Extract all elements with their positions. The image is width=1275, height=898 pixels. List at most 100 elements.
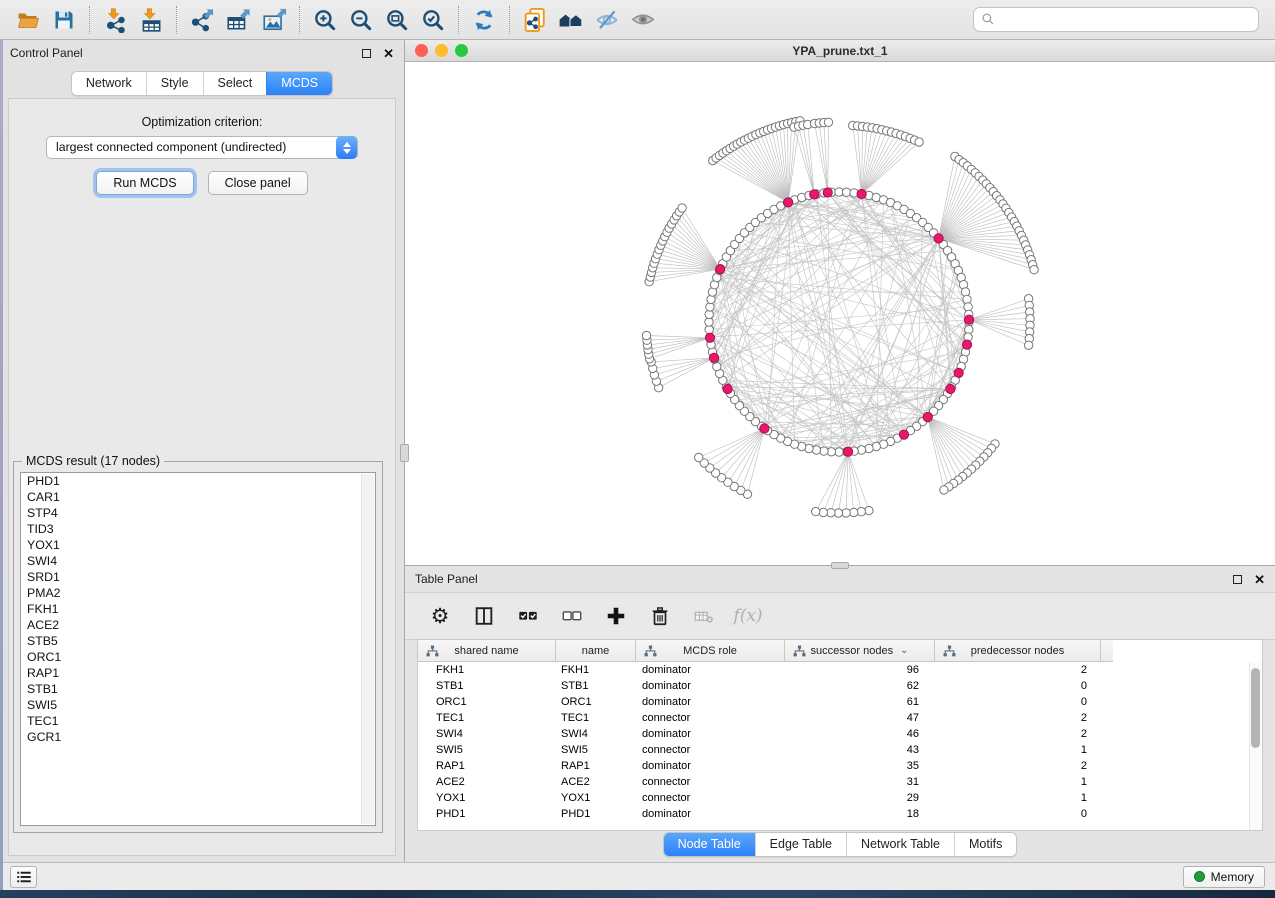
table-row[interactable]: RAP1RAP1dominator352: [418, 758, 1262, 774]
cell-predecessors[interactable]: 2: [935, 726, 1101, 742]
open-network-button[interactable]: [10, 4, 46, 36]
network-node[interactable]: [695, 453, 703, 461]
mcds-hub-node[interactable]: [857, 189, 866, 198]
cell-role[interactable]: connector: [636, 774, 785, 790]
cell-name[interactable]: ORC1: [556, 694, 636, 710]
table-tab-network-table[interactable]: Network Table: [846, 833, 954, 856]
mcds-result-item[interactable]: ACE2: [21, 617, 375, 633]
mcds-hub-node[interactable]: [810, 190, 819, 199]
show-columns-button[interactable]: [469, 601, 499, 631]
mcds-result-item[interactable]: YOX1: [21, 537, 375, 553]
mcds-hub-node[interactable]: [705, 333, 714, 342]
cell-name[interactable]: TEC1: [556, 710, 636, 726]
table-row[interactable]: TEC1TEC1connector472: [418, 710, 1262, 726]
cell-predecessors[interactable]: 1: [935, 742, 1101, 758]
tab-network[interactable]: Network: [72, 72, 146, 95]
tab-mcds[interactable]: MCDS: [266, 72, 332, 95]
mcds-hub-node[interactable]: [899, 430, 908, 439]
splitter-handle[interactable]: [400, 444, 409, 462]
cell-role[interactable]: dominator: [636, 726, 785, 742]
cell-role[interactable]: dominator: [636, 662, 785, 678]
cell-name[interactable]: YOX1: [556, 790, 636, 806]
hide-selected-button[interactable]: [589, 4, 625, 36]
search-input[interactable]: [973, 7, 1259, 32]
select-all-rows-button[interactable]: [513, 601, 543, 631]
mcds-hub-node[interactable]: [784, 198, 793, 207]
mcds-result-item[interactable]: TID3: [21, 521, 375, 537]
cell-predecessors[interactable]: 0: [935, 694, 1101, 710]
cell-shared_name[interactable]: PHD1: [418, 806, 556, 822]
table-row[interactable]: FKH1FKH1dominator962: [418, 662, 1262, 678]
show-all-button[interactable]: [625, 4, 661, 36]
table-settings-button[interactable]: ⚙: [425, 601, 455, 631]
window-minimize-traffic-light[interactable]: [435, 44, 448, 57]
delete-column-button[interactable]: [645, 601, 675, 631]
window-zoom-traffic-light[interactable]: [455, 44, 468, 57]
mcds-result-item[interactable]: PMA2: [21, 585, 375, 601]
cell-name[interactable]: STB1: [556, 678, 636, 694]
cell-shared_name[interactable]: TEC1: [418, 710, 556, 726]
mcds-result-item[interactable]: PHD1: [21, 473, 375, 489]
network-node[interactable]: [824, 118, 832, 126]
cell-predecessors[interactable]: 2: [935, 710, 1101, 726]
create-column-button[interactable]: [601, 601, 631, 631]
table-tab-motifs[interactable]: Motifs: [954, 833, 1016, 856]
column-header-mcds-role[interactable]: MCDS role: [636, 640, 785, 661]
table-row[interactable]: ORC1ORC1dominator610: [418, 694, 1262, 710]
mcds-result-item[interactable]: FKH1: [21, 601, 375, 617]
close-panel-icon[interactable]: ✕: [1254, 573, 1265, 586]
import-network-button[interactable]: [97, 4, 133, 36]
mcds-hub-node[interactable]: [716, 265, 725, 274]
mcds-result-item[interactable]: ORC1: [21, 649, 375, 665]
column-header-shared-name[interactable]: shared name: [418, 640, 556, 661]
mcds-hub-node[interactable]: [934, 234, 943, 243]
cell-successors[interactable]: 96: [785, 662, 935, 678]
cell-role[interactable]: connector: [636, 710, 785, 726]
import-table-button[interactable]: [133, 4, 169, 36]
network-from-selection-button[interactable]: [517, 4, 553, 36]
mcds-hub-node[interactable]: [760, 424, 769, 433]
cell-successors[interactable]: 18: [785, 806, 935, 822]
mcds-result-item[interactable]: SRD1: [21, 569, 375, 585]
network-node[interactable]: [819, 508, 827, 516]
cell-role[interactable]: dominator: [636, 678, 785, 694]
mcds-hub-node[interactable]: [946, 384, 955, 393]
mcds-hub-node[interactable]: [723, 384, 732, 393]
zoom-in-button[interactable]: [307, 4, 343, 36]
export-table-button[interactable]: [220, 4, 256, 36]
table-tab-edge-table[interactable]: Edge Table: [755, 833, 846, 856]
deselect-all-rows-button[interactable]: [557, 601, 587, 631]
cell-name[interactable]: SWI5: [556, 742, 636, 758]
cell-predecessors[interactable]: 0: [935, 678, 1101, 694]
table-row[interactable]: STB1STB1dominator620: [418, 678, 1262, 694]
table-row[interactable]: SWI4SWI4dominator462: [418, 726, 1262, 742]
mcds-result-item[interactable]: STB5: [21, 633, 375, 649]
cell-successors[interactable]: 31: [785, 774, 935, 790]
mcds-hub-node[interactable]: [923, 413, 932, 422]
cell-shared_name[interactable]: ACE2: [418, 774, 556, 790]
cell-shared_name[interactable]: ORC1: [418, 694, 556, 710]
cell-successors[interactable]: 35: [785, 758, 935, 774]
mcds-result-item[interactable]: STB1: [21, 681, 375, 697]
cell-shared_name[interactable]: SWI5: [418, 742, 556, 758]
cell-predecessors[interactable]: 2: [935, 758, 1101, 774]
mcds-result-item[interactable]: TEC1: [21, 713, 375, 729]
cell-role[interactable]: dominator: [636, 694, 785, 710]
table-row[interactable]: PHD1PHD1dominator180: [418, 806, 1262, 822]
cell-shared_name[interactable]: YOX1: [418, 790, 556, 806]
mcds-list-scrollbar[interactable]: [361, 474, 374, 824]
mcds-hub-node[interactable]: [844, 447, 853, 456]
cell-predecessors[interactable]: 1: [935, 790, 1101, 806]
network-graph[interactable]: [405, 62, 1273, 564]
cell-predecessors[interactable]: 0: [935, 806, 1101, 822]
export-image-button[interactable]: [256, 4, 292, 36]
tab-select[interactable]: Select: [203, 72, 267, 95]
cell-successors[interactable]: 61: [785, 694, 935, 710]
cell-successors[interactable]: 47: [785, 710, 935, 726]
float-panel-icon[interactable]: [1233, 575, 1242, 584]
cell-shared_name[interactable]: SWI4: [418, 726, 556, 742]
cell-shared_name[interactable]: STB1: [418, 678, 556, 694]
mcds-hub-node[interactable]: [709, 353, 718, 362]
float-panel-icon[interactable]: [362, 49, 371, 58]
cell-name[interactable]: FKH1: [556, 662, 636, 678]
